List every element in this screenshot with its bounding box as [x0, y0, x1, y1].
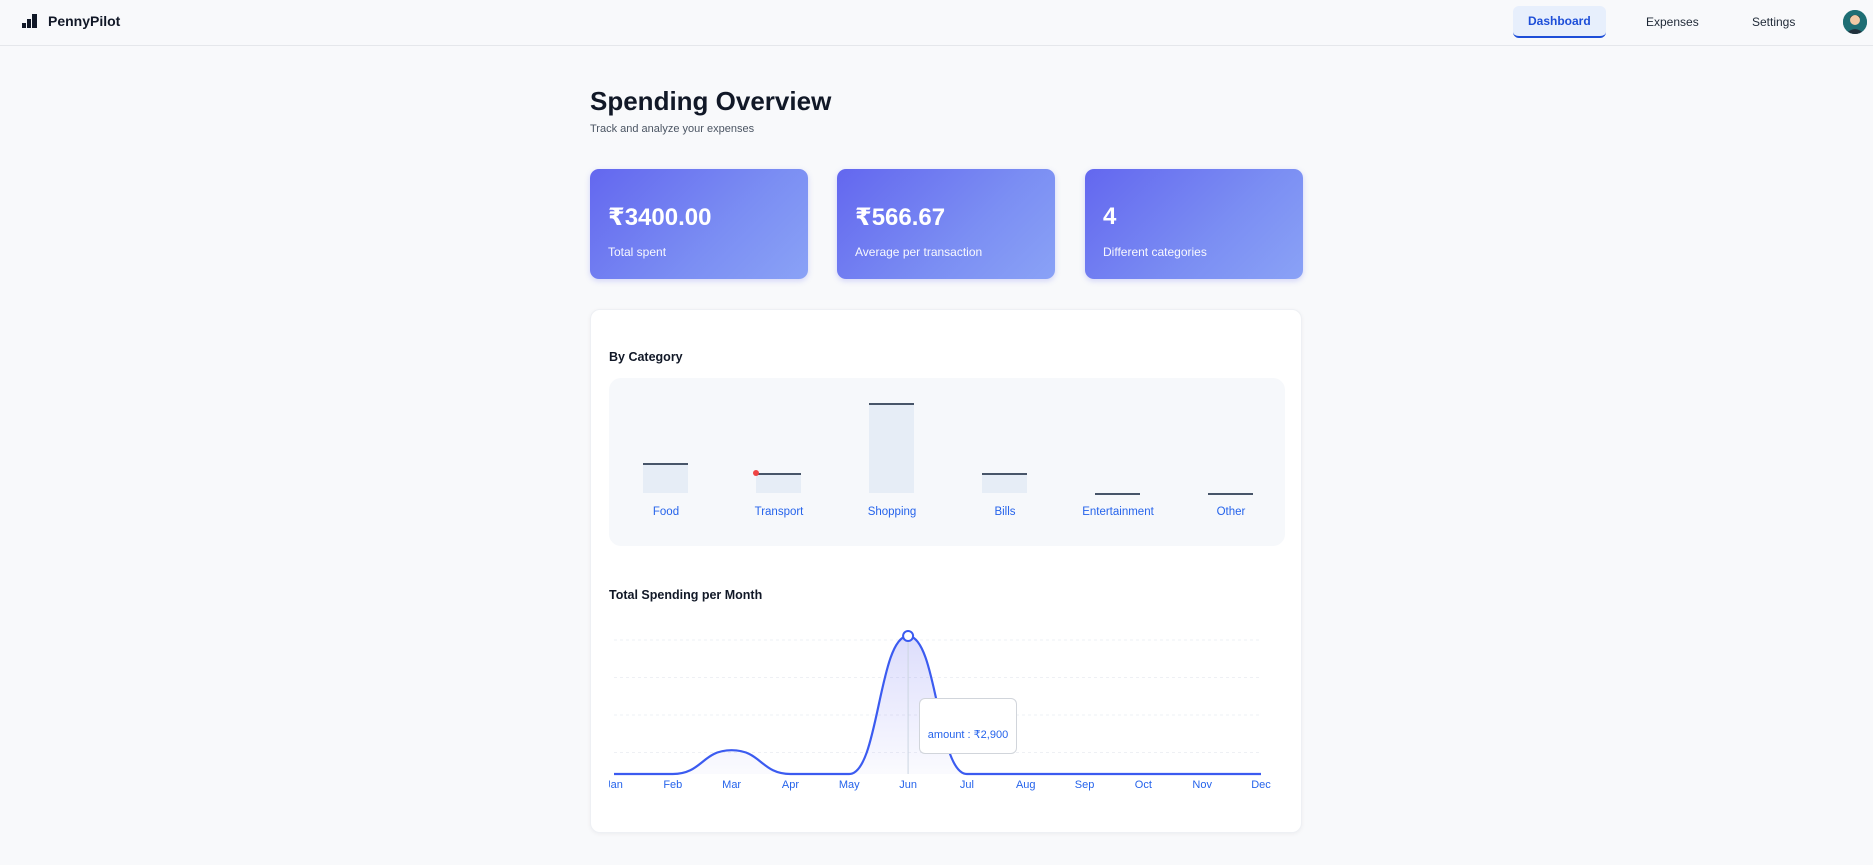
category-label: Other	[1216, 506, 1246, 518]
category-chart-title: By Category	[609, 350, 683, 364]
category-column[interactable]: Other	[1186, 378, 1276, 546]
brand[interactable]: PennyPilot	[22, 13, 120, 29]
stat-value: ₹3400.00	[608, 204, 712, 231]
charts-panel: By Category Food Transport Shopping Bills En…	[590, 309, 1302, 833]
category-bar[interactable]	[869, 403, 914, 493]
page-subtitle: Track and analyze your expenses	[590, 123, 755, 135]
nav-dashboard[interactable]: Dashboard	[1513, 6, 1606, 38]
x-tick-label: Nov	[1192, 779, 1212, 791]
x-tick-label: Apr	[782, 779, 799, 791]
category-label: Transport	[754, 506, 804, 518]
x-tick-label: Mar	[722, 779, 741, 791]
category-column[interactable]: Shopping	[847, 378, 937, 546]
active-point[interactable]	[902, 630, 915, 642]
category-bar[interactable]	[1095, 493, 1140, 495]
category-column[interactable]: Entertainment	[1073, 378, 1163, 546]
top-navbar: PennyPilot Dashboard Expenses Settings	[0, 0, 1873, 46]
cursor-marker	[753, 470, 759, 476]
page-title: Spending Overview	[590, 86, 832, 116]
stat-label: Average per transaction	[855, 245, 983, 259]
stat-card-categories: 4 Different categories	[1085, 169, 1303, 279]
monthly-chart-title: Total Spending per Month	[609, 588, 763, 602]
chart-tooltip: amount : ₹2,900	[919, 698, 1017, 754]
x-tick-label: Jul	[960, 779, 974, 791]
category-bar-chart: Food Transport Shopping Bills Entertainment O…	[609, 378, 1285, 546]
category-label: Food	[652, 506, 680, 518]
stat-label: Total spent	[608, 245, 667, 259]
x-tick-label: Jun	[899, 779, 917, 791]
category-label: Entertainment	[1082, 506, 1154, 518]
x-tick-label: Sep	[1075, 779, 1095, 791]
category-label: Shopping	[867, 506, 917, 518]
nav-expenses[interactable]: Expenses	[1631, 6, 1714, 38]
stat-value: ₹566.67	[855, 204, 946, 231]
logo-icon	[22, 14, 37, 28]
nav-settings[interactable]: Settings	[1737, 6, 1810, 38]
x-tick-label: Dec	[1251, 779, 1271, 791]
avatar-icon	[1843, 10, 1867, 34]
stat-label: Different categories	[1103, 245, 1207, 259]
category-column[interactable]: Food	[621, 378, 711, 546]
category-bar[interactable]	[643, 463, 688, 493]
category-bar[interactable]	[756, 473, 801, 493]
x-tick-label: May	[839, 779, 860, 791]
x-tick-label: Oct	[1135, 779, 1152, 791]
category-bar[interactable]	[1208, 493, 1253, 495]
category-label: Bills	[994, 506, 1016, 518]
x-tick-label: Aug	[1016, 779, 1036, 791]
category-bar[interactable]	[982, 473, 1027, 493]
category-column[interactable]: Bills	[960, 378, 1050, 546]
x-tick-label: Jan	[609, 779, 623, 791]
user-avatar[interactable]	[1843, 10, 1867, 34]
stat-card-average: ₹566.67 Average per transaction	[837, 169, 1055, 279]
stat-value: 4	[1103, 203, 1117, 230]
stat-card-total-spent: ₹3400.00 Total spent	[590, 169, 808, 279]
category-column[interactable]: Transport	[734, 378, 824, 546]
app-name: PennyPilot	[48, 13, 121, 29]
x-tick-label: Feb	[663, 779, 682, 791]
